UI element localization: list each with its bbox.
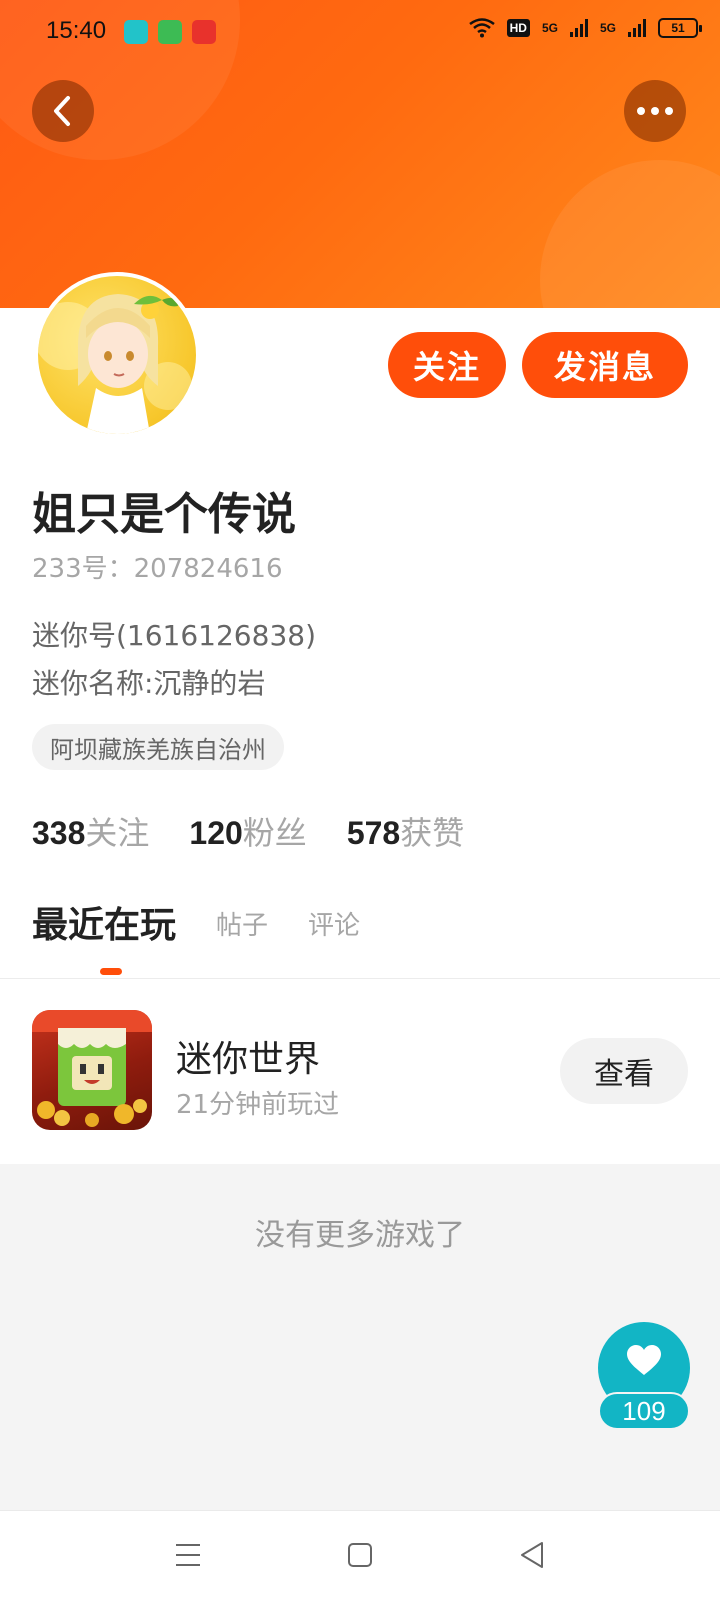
battery-icon: 51 [658,18,702,38]
more-dots-icon [637,107,673,115]
status-bar: 15:40 HD 5G 5G 51 [0,0,720,64]
likes-count: 578 [346,815,401,851]
like-count-badge: 109 [598,1392,690,1430]
hd-badge: HD [506,19,530,37]
wifi-icon [468,18,495,38]
following-label: 关注 [85,814,150,852]
menu-button[interactable] [168,1535,208,1575]
battery-level: 51 [671,21,685,35]
fans-count: 120 [189,815,243,851]
mini-id: 迷你号(1616126838) [32,619,316,652]
home-square-icon [348,1543,372,1567]
more-options-button[interactable] [624,80,686,142]
active-tab-indicator [100,968,122,975]
heart-icon [627,1345,661,1375]
following-count: 338 [32,815,86,851]
back-button[interactable] [32,80,94,142]
back-nav-button[interactable] [512,1535,552,1575]
avatar-image [38,294,192,434]
app-notification-icon [158,20,182,44]
tab-posts[interactable]: 帖子 [216,905,268,948]
game-last-played: 21分钟前玩过 [176,1090,340,1120]
tab-comments[interactable]: 评论 [308,905,360,948]
follow-button[interactable]: 关注 [388,332,506,398]
signal-icon [628,19,646,37]
following-stat[interactable]: 338关注 [32,808,149,854]
signal-5g-label: 5G [599,21,616,35]
fans-label: 粉丝 [242,814,307,852]
menu-icon [176,1544,200,1566]
user-id: 233号：207824616 [32,554,283,584]
taobao-notification-icon [192,20,216,44]
signal-icon [569,19,588,37]
home-button[interactable] [340,1535,380,1575]
system-navigation-bar [0,1510,720,1600]
profile-stats: 338关注 120粉丝 578获赞 [32,808,464,854]
send-message-button[interactable]: 发消息 [522,332,688,398]
tab-recently-played[interactable]: 最近在玩 [32,896,176,948]
mini-name: 迷你名称:沉静的岩 [32,667,266,700]
game-icon [32,1010,152,1130]
profile-tabs: 最近在玩 帖子 评论 [32,896,360,948]
status-time: 15:40 [46,17,107,44]
location-tag: 阿坝藏族羌族自治州 [32,724,284,770]
view-game-button[interactable]: 查看 [560,1038,688,1104]
back-triangle-icon [521,1542,543,1568]
list-item[interactable]: 迷你世界 21分钟前玩过 查看 [0,980,720,1164]
nickname: 姐只是个传说 [32,489,296,540]
signal-5g-label: 5G [541,21,558,35]
app-notification-icon [124,20,148,44]
chevron-left-icon [54,96,70,126]
tabs-divider [0,978,720,979]
avatar[interactable] [34,272,200,438]
likes-label: 获赞 [400,814,465,852]
game-name: 迷你世界 [176,1039,321,1080]
no-more-games-text: 没有更多游戏了 [255,1218,465,1253]
likes-stat[interactable]: 578获赞 [347,808,464,854]
fans-stat[interactable]: 120粉丝 [189,808,306,854]
